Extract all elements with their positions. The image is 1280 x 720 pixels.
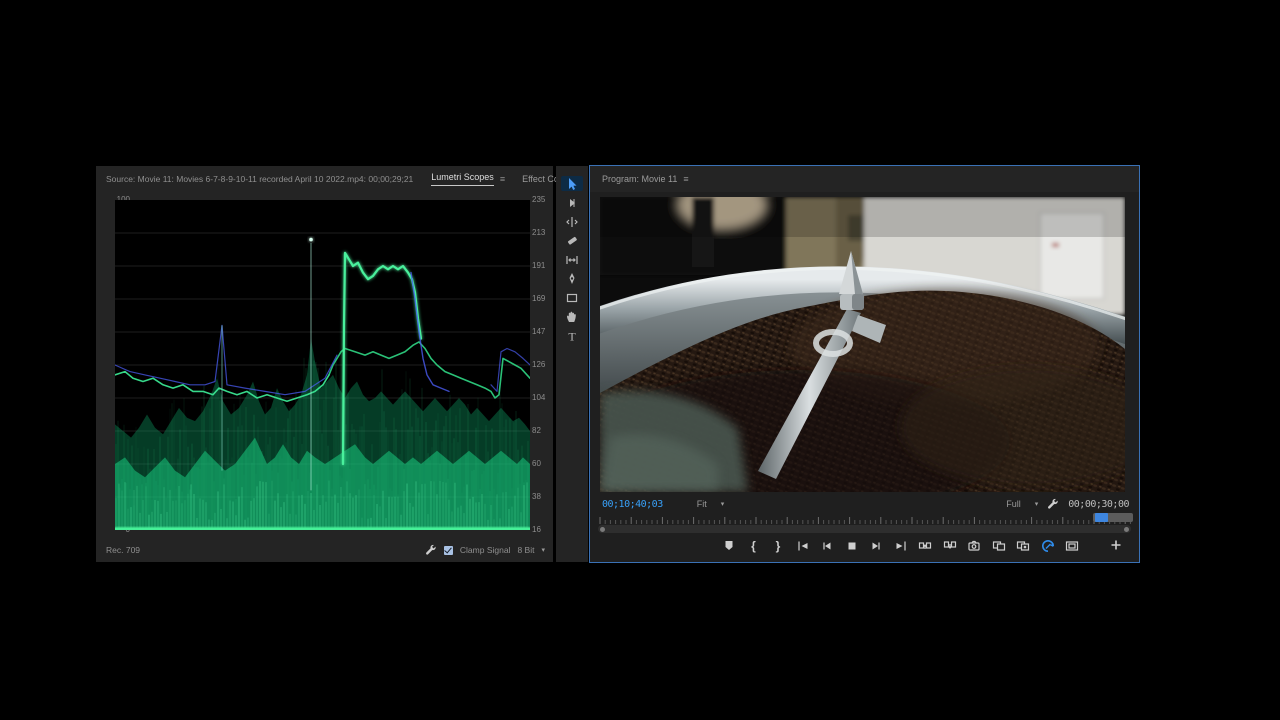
tools-panel: T: [556, 166, 588, 562]
scope-footer: Rec. 709 Clamp Signal 8 Bit ▾: [96, 538, 553, 562]
scale-tick-label: 147: [532, 328, 552, 336]
duration-timecode: 00;00;30;00: [1068, 499, 1129, 510]
razor-tool[interactable]: [561, 233, 583, 248]
zoom-level-chevron-icon[interactable]: ▾: [721, 500, 725, 508]
scope-settings-wrench-icon[interactable]: [425, 544, 437, 556]
clamp-signal-checkbox[interactable]: [444, 546, 453, 555]
scale-tick-label: 126: [532, 361, 552, 369]
scale-tick-label: 60: [532, 460, 552, 468]
source-panel-tabbar: Source: Movie 11: Movies 6-7-8-9-10-11 r…: [96, 166, 553, 192]
waveform-scale-8bit: 23521319116914712610482603816: [532, 200, 552, 530]
program-controls-row: 00;10;40;03 Fit ▾ Full ▾ 00;00;30;00: [590, 496, 1139, 512]
play-stop-button[interactable]: [844, 539, 859, 554]
type-tool[interactable]: T: [561, 328, 583, 343]
tab-program-monitor[interactable]: Program: Movie 11: [602, 174, 677, 184]
quick-export-button[interactable]: [1040, 539, 1055, 554]
selection-tool[interactable]: [561, 176, 583, 191]
pen-tool[interactable]: [561, 271, 583, 286]
bit-depth-select[interactable]: 8 Bit: [517, 545, 534, 555]
program-monitor-panel: Program: Movie 11 ≡: [590, 166, 1139, 562]
scale-tick-label: 16: [532, 526, 552, 534]
add-marker-button[interactable]: [722, 539, 737, 554]
time-ruler[interactable]: [598, 514, 1131, 524]
video-frame-scene: [600, 197, 1125, 492]
mark-in-button[interactable]: {: [746, 539, 761, 554]
horizontal-scrollbar[interactable]: [598, 525, 1131, 533]
step-forward-button[interactable]: [869, 539, 884, 554]
transport-controls: {}: [708, 534, 1093, 558]
go-to-in-button[interactable]: [795, 539, 810, 554]
waveform-scale-ire: 1009080706050403020100: [96, 200, 113, 530]
step-back-button[interactable]: [820, 539, 835, 554]
hand-tool[interactable]: [561, 309, 583, 324]
multi-camera-button[interactable]: [1016, 539, 1031, 554]
scale-tick-label: 213: [532, 229, 552, 237]
scale-tick-label: 104: [532, 394, 552, 402]
colorspace-label: Rec. 709: [106, 545, 140, 555]
tab-source-monitor[interactable]: Source: Movie 11: Movies 6-7-8-9-10-11 r…: [106, 174, 413, 184]
scale-tick-label: 235: [532, 196, 552, 204]
scale-tick-label: 191: [532, 262, 552, 270]
extract-button[interactable]: [942, 539, 957, 554]
ripple-edit-tool[interactable]: [561, 214, 583, 229]
scrollbar-left-handle[interactable]: [600, 527, 605, 532]
go-to-out-button[interactable]: [893, 539, 908, 554]
export-frame-button[interactable]: [967, 539, 982, 554]
svg-text:T: T: [568, 329, 576, 343]
mark-out-button[interactable]: }: [771, 539, 786, 554]
lumetri-scopes-panel: Source: Movie 11: Movies 6-7-8-9-10-11 r…: [96, 166, 553, 562]
tab-lumetri-scopes[interactable]: Lumetri Scopes: [431, 172, 494, 186]
current-timecode[interactable]: 00;10;40;03: [602, 499, 663, 510]
track-select-forward-tool[interactable]: [561, 195, 583, 210]
lift-button[interactable]: [918, 539, 933, 554]
screen: Source: Movie 11: Movies 6-7-8-9-10-11 r…: [0, 0, 1280, 720]
bit-depth-chevron-icon[interactable]: ▾: [541, 546, 545, 554]
program-panel-menu-icon[interactable]: ≡: [683, 174, 687, 184]
clamp-signal-label: Clamp Signal: [460, 545, 511, 555]
button-editor-slot: [1108, 537, 1123, 552]
scale-tick-label: 38: [532, 493, 552, 501]
panel-menu-icon[interactable]: ≡: [500, 174, 504, 184]
scale-tick-label: 82: [532, 427, 552, 435]
scrollbar-right-handle[interactable]: [1124, 527, 1129, 532]
waveform-svg: [115, 200, 530, 530]
zoom-level-select[interactable]: Fit: [697, 499, 707, 509]
button-editor-button[interactable]: [1108, 537, 1123, 552]
program-settings-wrench-icon[interactable]: [1047, 498, 1059, 510]
playback-resolution-select[interactable]: Full: [1006, 499, 1021, 509]
playhead[interactable]: [1095, 513, 1108, 522]
program-tabbar: Program: Movie 11 ≡: [590, 166, 1139, 192]
safe-margins-button[interactable]: [1065, 539, 1080, 554]
comparison-view-button[interactable]: [991, 539, 1006, 554]
playback-resolution-chevron-icon[interactable]: ▾: [1035, 500, 1039, 508]
program-video[interactable]: [600, 197, 1125, 492]
rectangle-tool[interactable]: [561, 290, 583, 305]
slip-tool[interactable]: [561, 252, 583, 267]
waveform-scope: [115, 200, 530, 530]
scale-tick-label: 169: [532, 295, 552, 303]
